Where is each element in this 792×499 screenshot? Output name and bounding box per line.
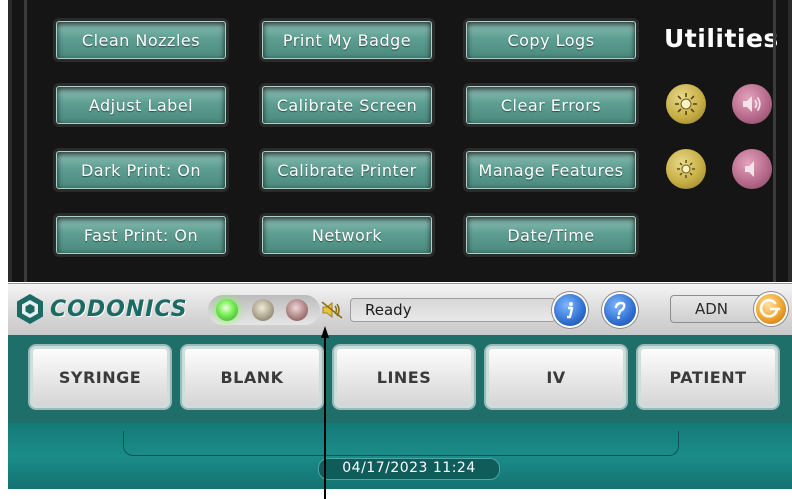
codonics-logo: CODONICS: [16, 292, 188, 326]
status-lights: [208, 295, 320, 325]
brightness-up-button[interactable]: [666, 84, 706, 124]
info-button[interactable]: [554, 294, 586, 326]
tab-syringe[interactable]: SYRINGE: [28, 344, 172, 410]
power-icon: [759, 299, 781, 318]
date-time-display: 04/17/2023 11:24: [318, 458, 500, 480]
speaker-icon: [743, 96, 761, 112]
status-field: Ready: [350, 298, 556, 322]
clean-nozzles-button[interactable]: Clean Nozzles: [56, 21, 226, 59]
logo-text: CODONICS: [50, 296, 188, 322]
footer-bar: 04/17/2023 11:24: [8, 423, 792, 489]
tab-iv[interactable]: IV: [484, 344, 628, 410]
volume-down-button[interactable]: [732, 149, 772, 189]
date-time-button[interactable]: Date/Time: [466, 216, 636, 254]
tab-lines[interactable]: LINES: [332, 344, 476, 410]
info-icon: [567, 302, 574, 319]
help-button[interactable]: [604, 294, 636, 326]
sun-icon: [677, 160, 695, 178]
utilities-panel: Clean Nozzles Print My Badge Copy Logs A…: [8, 0, 792, 282]
hexagon-logo-icon: [17, 294, 43, 324]
print-my-badge-button[interactable]: Print My Badge: [262, 21, 432, 59]
fast-print-toggle-button[interactable]: Fast Print: On: [56, 216, 226, 254]
adjust-label-button[interactable]: Adjust Label: [56, 86, 226, 124]
footer-slot: [123, 431, 679, 456]
pointer-line: [324, 338, 326, 499]
copy-logs-button[interactable]: Copy Logs: [466, 21, 636, 59]
speaker-icon: [745, 161, 754, 177]
status-bar: CODONICS Ready ADN: [8, 283, 792, 336]
calibrate-screen-button[interactable]: Calibrate Screen: [262, 86, 432, 124]
clear-errors-button[interactable]: Clear Errors: [466, 86, 636, 124]
brightness-down-button[interactable]: [666, 149, 706, 189]
help-icon: [614, 301, 626, 319]
warning-light: [252, 299, 274, 321]
user-badge[interactable]: ADN: [670, 295, 766, 323]
volume-up-button[interactable]: [732, 84, 772, 124]
label-type-tabs: SYRINGE BLANK LINES IV PATIENT: [8, 335, 792, 423]
calibrate-printer-button[interactable]: Calibrate Printer: [262, 151, 432, 189]
page-title: Utilities: [664, 24, 779, 53]
app-window: Clean Nozzles Print My Badge Copy Logs A…: [8, 0, 792, 499]
manage-features-button[interactable]: Manage Features: [466, 151, 636, 189]
network-button[interactable]: Network: [262, 216, 432, 254]
error-light: [286, 299, 308, 321]
tab-blank[interactable]: BLANK: [180, 344, 324, 410]
power-button[interactable]: [756, 294, 786, 324]
dark-print-toggle-button[interactable]: Dark Print: On: [56, 151, 226, 189]
pointer-arrowhead: [321, 326, 329, 338]
sun-icon: [675, 93, 697, 115]
tab-patient[interactable]: PATIENT: [636, 344, 780, 410]
ready-light: [216, 299, 238, 321]
muted-speaker-icon[interactable]: [320, 300, 344, 320]
